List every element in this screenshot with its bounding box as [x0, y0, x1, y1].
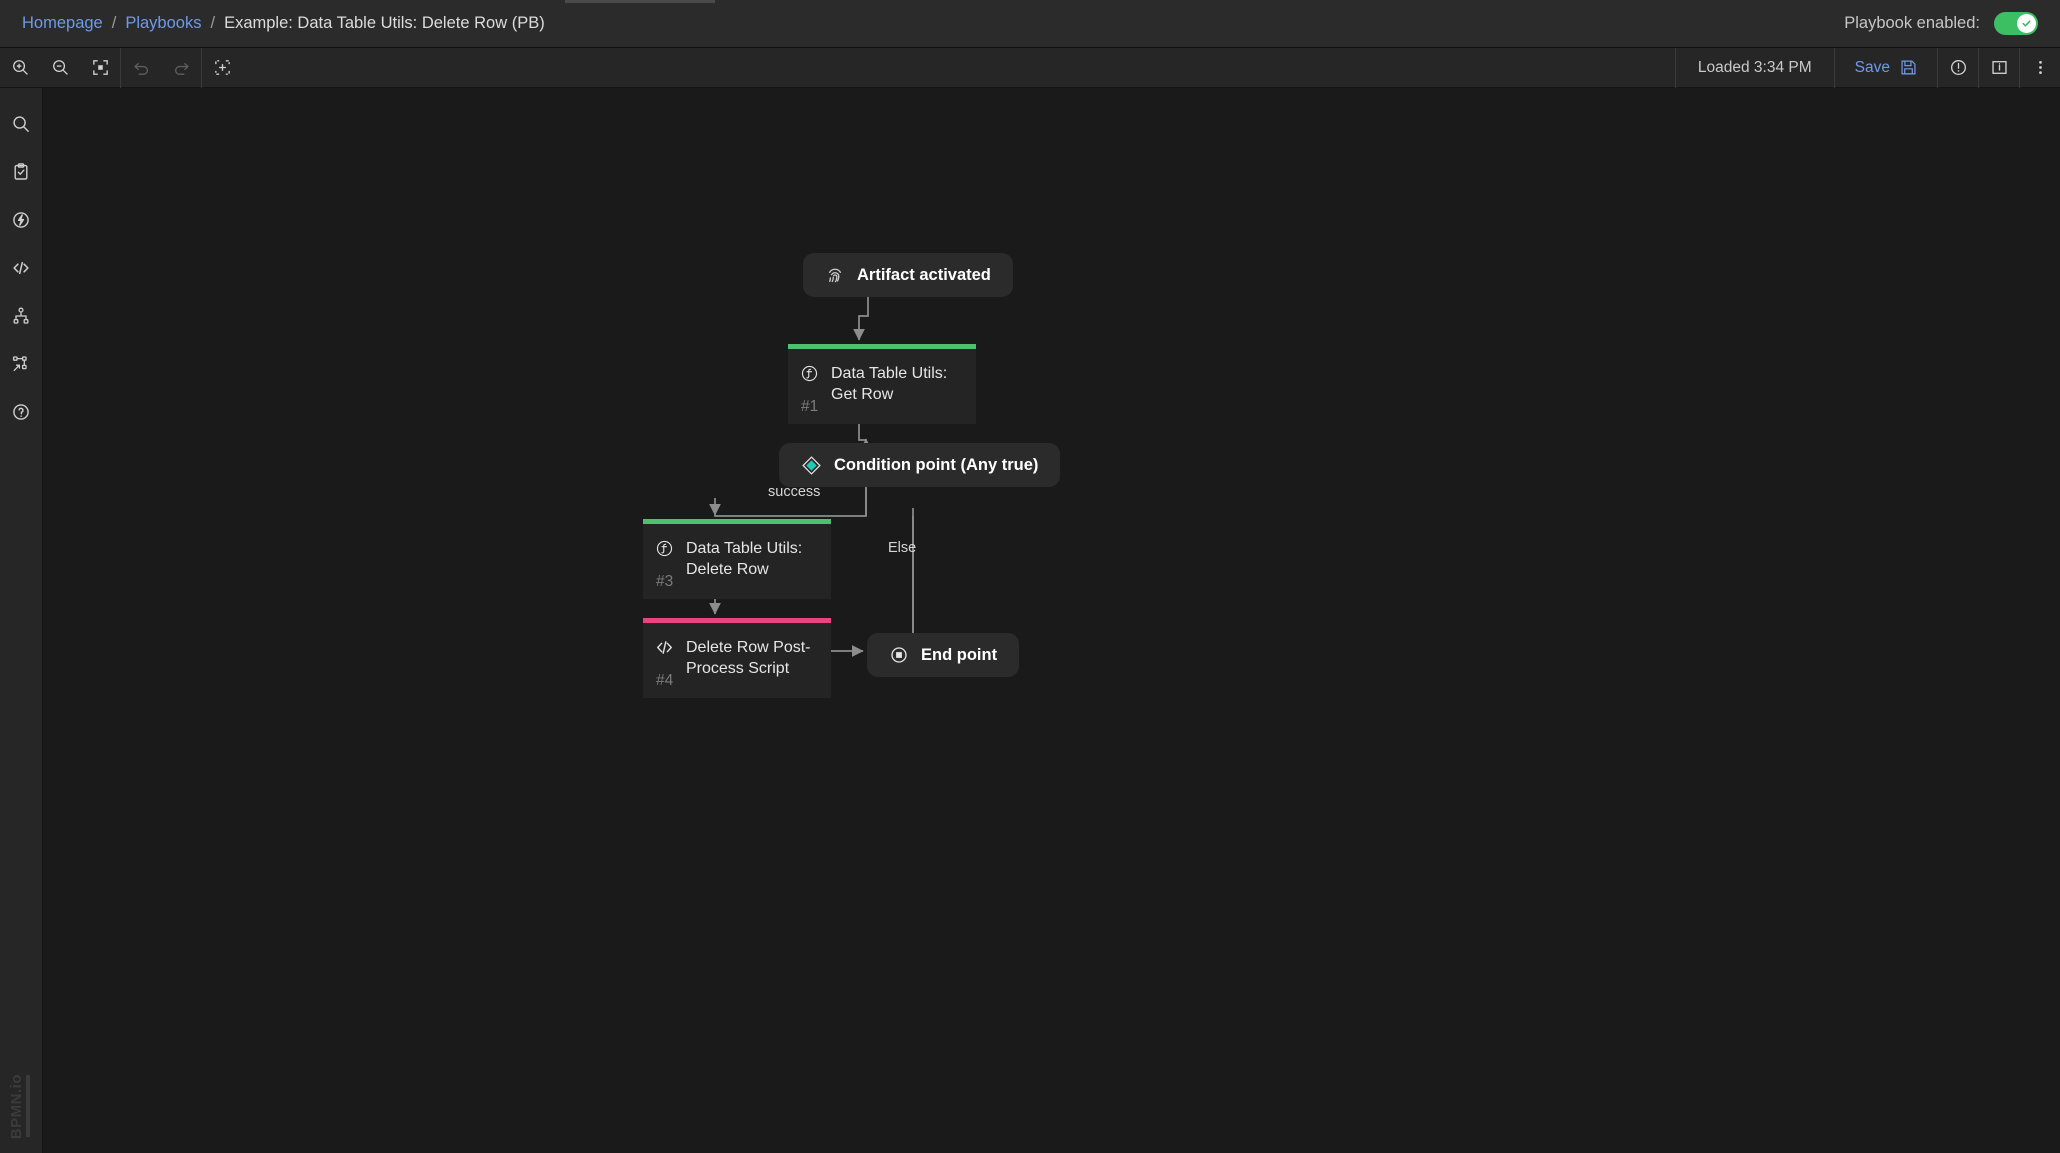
diagram-canvas[interactable]: Artifact activated Data Table Utils: Get…	[43, 88, 2060, 1153]
left-sidebar: BPMN.io	[0, 88, 43, 1153]
save-button-label: Save	[1854, 58, 1890, 76]
sidebar-item-tasks[interactable]	[0, 148, 43, 196]
loaded-timestamp: Loaded 3:34 PM	[1697, 58, 1812, 76]
node-data-table-utils-get-row[interactable]: Data Table Utils: Get Row #1	[788, 344, 976, 424]
diamond-icon	[802, 455, 821, 475]
properties-panel-button[interactable]	[1979, 48, 2019, 88]
exclamation-circle-icon	[1950, 59, 1966, 76]
breadcrumb-playbooks[interactable]: Playbooks	[125, 14, 201, 33]
playbook-enabled-group: Playbook enabled:	[1844, 12, 2038, 35]
breadcrumb-separator-1: /	[111, 14, 117, 32]
sidebar-item-search[interactable]	[0, 100, 43, 148]
floppy-disk-icon	[1901, 60, 1916, 75]
node-delete-row-post-process-script[interactable]: Delete Row Post-Process Script #4	[643, 618, 831, 698]
edge-label-success: success	[768, 484, 821, 500]
sidebar-item-workflow[interactable]	[0, 340, 43, 388]
zoom-in-icon	[12, 60, 28, 75]
fingerprint-icon	[828, 268, 842, 283]
node-end-point[interactable]: End point	[867, 633, 1020, 677]
node-label: Data Table Utils: Get Row	[831, 365, 948, 404]
sidebar-item-scripts[interactable]	[0, 244, 43, 292]
fit-to-screen-icon	[92, 60, 108, 75]
node-artifact-activated[interactable]: Artifact activated	[803, 253, 1013, 297]
breadcrumb-separator-2: /	[210, 14, 216, 32]
playbook-enabled-toggle[interactable]	[1994, 12, 2038, 35]
node-number: #1	[801, 398, 819, 415]
toolbar-right-group: Loaded 3:34 PM Save	[1674, 47, 2060, 88]
more-menu-button[interactable]	[2020, 48, 2060, 88]
zoom-out-icon	[52, 60, 68, 75]
node-number: #3	[656, 573, 674, 590]
node-label: Condition point (Any true)	[834, 455, 1039, 474]
node-label: Artifact activated	[857, 265, 991, 284]
node-condition-point[interactable]: Condition point (Any true)	[779, 443, 1061, 487]
breadcrumb-homepage[interactable]: Homepage	[22, 14, 103, 33]
node-data-table-utils-delete-row[interactable]: Data Table Utils: Delete Row #3	[643, 519, 831, 599]
edge-label-else: Else	[888, 540, 917, 556]
node-label: End point	[921, 645, 998, 664]
node-body: Data Table Utils: Delete Row	[643, 524, 831, 580]
node-number: #4	[656, 672, 674, 689]
redo-button[interactable]	[161, 48, 201, 88]
marquee-select-icon	[214, 60, 230, 75]
kebab-menu-icon	[2038, 60, 2042, 75]
breadcrumb: Homepage / Playbooks / Example: Data Tab…	[22, 14, 545, 33]
sidebar-item-help[interactable]	[0, 388, 43, 436]
zoom-out-button[interactable]	[40, 48, 80, 88]
check-icon	[2022, 20, 2031, 27]
save-button[interactable]: Save	[1835, 48, 1937, 88]
playbook-enabled-label: Playbook enabled:	[1844, 14, 1980, 32]
zoom-in-button[interactable]	[0, 48, 40, 88]
breadcrumb-current-page: Example: Data Table Utils: Delete Row (P…	[224, 14, 545, 32]
editor-toolbar: Loaded 3:34 PM Save	[0, 47, 2060, 88]
node-body: Delete Row Post-Process Script	[643, 623, 831, 679]
sidebar-item-automation[interactable]	[0, 196, 43, 244]
diagram-edges	[709, 297, 919, 657]
info-panel-icon	[1991, 61, 2007, 74]
node-label: Data Table Utils: Delete Row	[686, 540, 803, 579]
sitemap-icon	[13, 307, 29, 324]
toggle-knob	[2017, 14, 2036, 33]
toolbar-left-group	[0, 47, 242, 88]
workflow-icon	[12, 356, 27, 372]
undo-icon	[133, 63, 148, 75]
node-body: Data Table Utils: Get Row	[788, 349, 976, 405]
redo-icon	[174, 63, 189, 75]
sidebar-item-hierarchy[interactable]	[0, 292, 43, 340]
node-label: Delete Row Post-Process Script	[686, 639, 811, 678]
clipboard-check-icon	[14, 163, 28, 180]
undo-button[interactable]	[121, 48, 161, 88]
topbar-accent	[565, 0, 715, 3]
end-point-icon	[891, 647, 907, 663]
warnings-button[interactable]	[1938, 48, 1978, 88]
lightning-icon	[13, 212, 29, 228]
bpmn-watermark-bar	[26, 1075, 30, 1137]
help-circle-icon	[13, 404, 29, 420]
fit-to-screen-button[interactable]	[80, 48, 120, 88]
bpmn-watermark: BPMN.io	[8, 1073, 25, 1139]
search-icon	[13, 116, 29, 132]
marquee-select-button[interactable]	[202, 48, 242, 88]
top-breadcrumb-bar: Homepage / Playbooks / Example: Data Tab…	[0, 0, 2060, 48]
code-icon	[13, 261, 29, 275]
